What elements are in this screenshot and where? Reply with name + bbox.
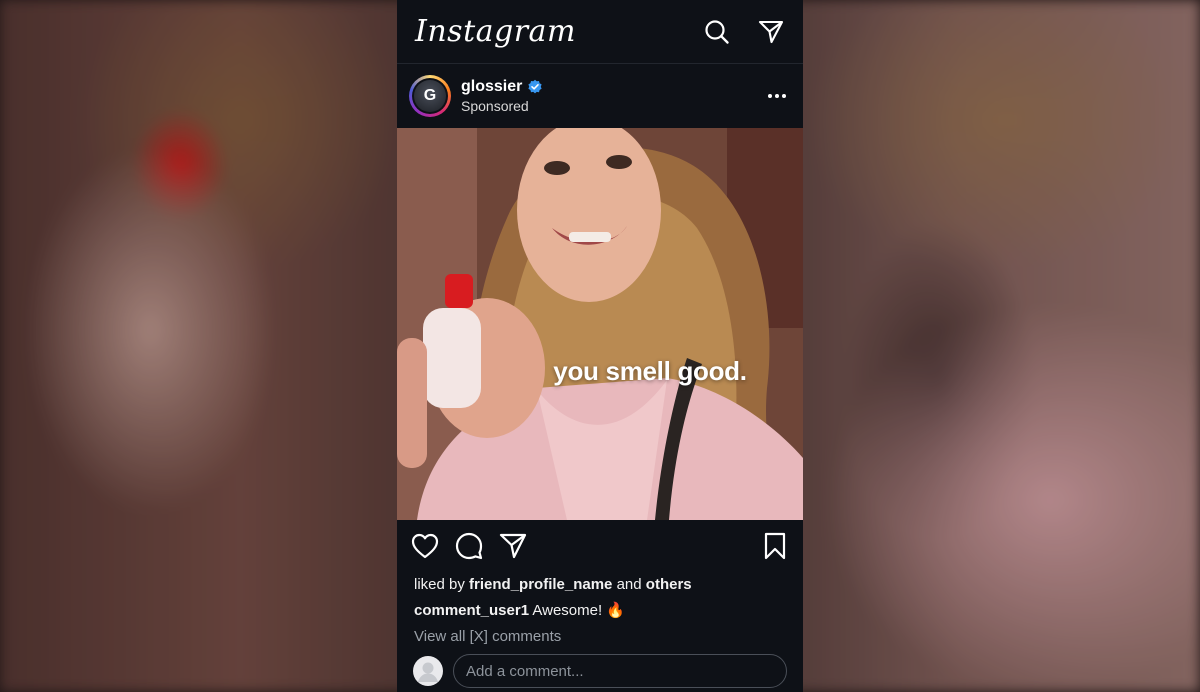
image-overlay-text: you smell good. (553, 356, 747, 386)
add-comment-input[interactable] (453, 654, 787, 688)
screen: Instagram G glossier Sponsored you smell… (0, 0, 1200, 692)
view-all-comments-link[interactable]: View all [X] comments (397, 624, 803, 650)
likes-others-link[interactable]: others (646, 576, 692, 593)
direct-message-icon[interactable] (757, 18, 785, 46)
comment-preview: comment_user1 Awesome! 🔥 (397, 598, 803, 624)
author-name[interactable]: glossier (461, 78, 522, 96)
comment-icon[interactable] (455, 532, 483, 560)
liked-by-friend-link[interactable]: friend_profile_name (469, 576, 612, 593)
search-icon[interactable] (703, 18, 731, 46)
instagram-feed-post: Instagram G glossier Sponsored you smell… (397, 0, 803, 692)
add-comment-row (397, 650, 803, 688)
verified-badge-icon (528, 79, 542, 94)
likes-prefix: liked by (414, 576, 470, 593)
post-image[interactable]: you smell good. (397, 128, 803, 520)
user-avatar-icon (413, 656, 443, 686)
share-icon[interactable] (499, 532, 527, 560)
sponsored-label: Sponsored (461, 98, 529, 114)
post-header: G glossier Sponsored (397, 64, 803, 128)
heart-icon[interactable] (411, 532, 439, 560)
top-bar: Instagram (397, 0, 803, 64)
post-actions (397, 520, 803, 572)
post-photo (397, 128, 803, 520)
comment-username[interactable]: comment_user1 (414, 602, 529, 619)
likes-summary: liked by friend_profile_name and others (397, 572, 803, 598)
avatar-letter: G (414, 80, 446, 112)
bookmark-icon[interactable] (761, 532, 789, 560)
instagram-logo[interactable]: Instagram (415, 14, 576, 49)
comment-text: Awesome! 🔥 (529, 602, 626, 619)
likes-conjunction: and (612, 576, 646, 593)
more-options-icon[interactable] (763, 82, 791, 110)
author-avatar[interactable]: G (409, 75, 451, 117)
